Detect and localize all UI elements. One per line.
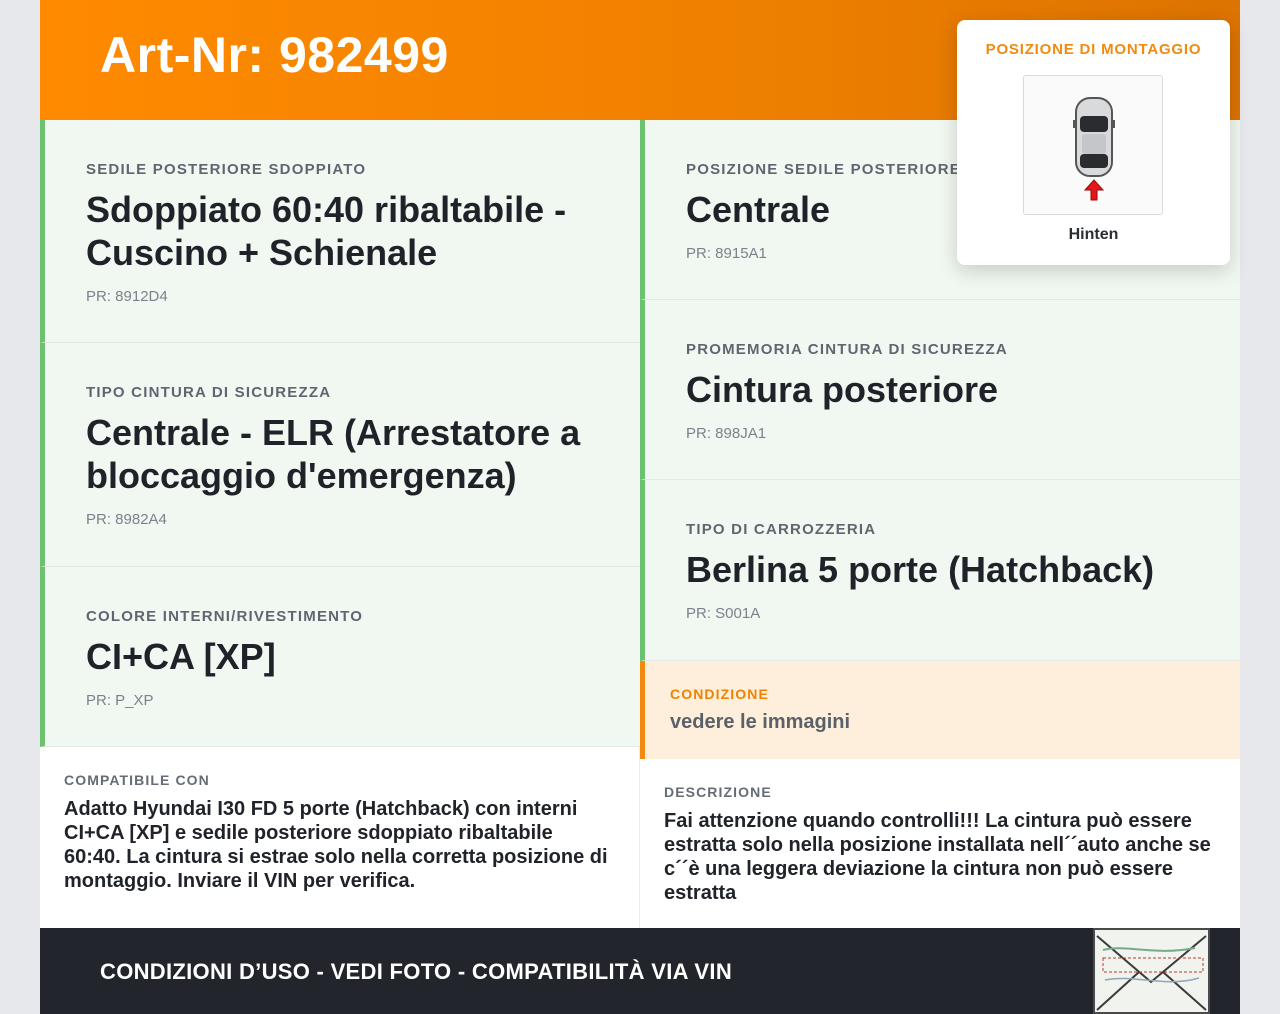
spec-value: Berlina 5 porte (Hatchback) [686, 549, 1155, 590]
condition-box: CONDIZIONE vedere le immagini [640, 661, 1240, 759]
spec-label: COLORE INTERNI/RIVESTIMENTO [86, 608, 364, 625]
description-label: DESCRIZIONE [664, 784, 772, 800]
envelope-stamp-icon [1093, 928, 1210, 1014]
spec-card-belt-reminder: PROMEMORIA CINTURA DI SICUREZZA Cintura … [640, 300, 1240, 480]
spec-value: CI+CA [XP] [86, 636, 276, 677]
spec-value: Cintura posteriore [686, 369, 999, 410]
car-top-view-icon [1023, 75, 1163, 215]
spec-value: Sdoppiato 60:40 ribaltabile - Cuscino + … [86, 189, 567, 273]
spec-card-rear-seat-split: SEDILE POSTERIORE SDOPPIATO Sdoppiato 60… [40, 120, 640, 343]
spec-pr-code: PR: 8912D4 [86, 288, 168, 305]
spec-value: Centrale - ELR (Arrestatore a bloccaggio… [86, 412, 581, 496]
popup-title: POSIZIONE DI MONTAGGIO [985, 41, 1202, 58]
spec-card-body-type: TIPO DI CARROZZERIA Berlina 5 porte (Hat… [640, 480, 1240, 661]
spec-label: SEDILE POSTERIORE SDOPPIATO [86, 161, 367, 178]
condition-label: CONDIZIONE [670, 686, 769, 702]
spec-label: TIPO DI CARROZZERIA [686, 521, 877, 538]
mounting-position-popup: POSIZIONE DI MONTAGGIO Hinten [957, 20, 1230, 265]
spec-card-belt-type: TIPO CINTURA DI SICUREZZA Centrale - ELR… [40, 343, 640, 567]
spec-pr-code: PR: S001A [686, 605, 761, 622]
spec-card-interior-color: COLORE INTERNI/RIVESTIMENTO CI+CA [XP] P… [40, 567, 640, 747]
description-text: Fai attenzione quando controlli!!! La ci… [664, 810, 1211, 904]
condition-value: vedere le immagini [670, 711, 851, 733]
spec-label: PROMEMORIA CINTURA DI SICUREZZA [686, 341, 1008, 358]
article-number-title: Art-Nr: 982499 [100, 27, 449, 83]
compatibility-text: Adatto Hyundai I30 FD 5 porte (Hatchback… [64, 798, 608, 892]
spec-pr-code: PR: 898JA1 [686, 425, 767, 442]
compatibility-section: COMPATIBILE CON Adatto Hyundai I30 FD 5 … [40, 747, 640, 928]
spec-pr-code: PR: 8982A4 [86, 511, 167, 528]
compatibility-label: COMPATIBILE CON [64, 772, 210, 788]
spec-label: TIPO CINTURA DI SICUREZZA [86, 384, 332, 401]
footer-text: CONDIZIONI D’USO - VEDI FOTO - COMPATIBI… [100, 959, 733, 984]
popup-caption: Hinten [1068, 226, 1119, 243]
left-spec-column: SEDILE POSTERIORE SDOPPIATO Sdoppiato 60… [40, 120, 640, 747]
spec-pr-code: PR: P_XP [86, 692, 154, 709]
arrow-up-icon [1083, 179, 1105, 201]
footer-bar: CONDIZIONI D’USO - VEDI FOTO - COMPATIBI… [40, 928, 1240, 1014]
description-section: DESCRIZIONE Fai attenzione quando contro… [640, 759, 1240, 928]
